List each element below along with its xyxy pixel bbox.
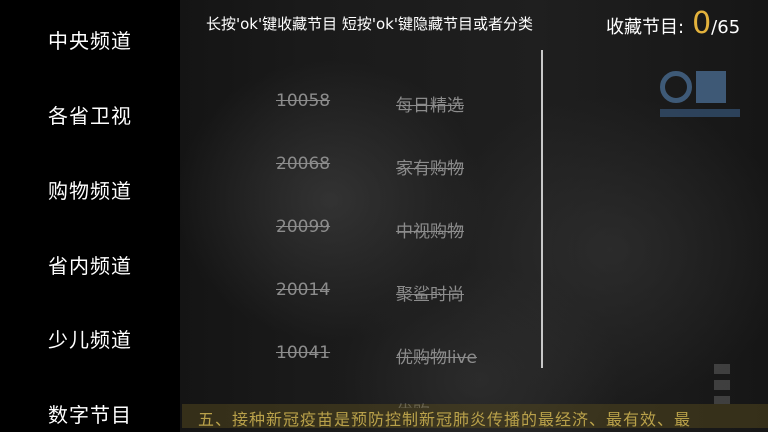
channel-name: 每日精选 — [396, 96, 464, 116]
category-sidebar: 中央频道 各省卫视 购物频道 省内频道 少儿频道 数字节目 — [0, 0, 180, 432]
channel-number: 20099 — [276, 217, 331, 237]
favorites-counter: 收藏节目: 0 /65 — [606, 6, 740, 41]
category-item-digital[interactable]: 数字节目 — [0, 399, 180, 428]
usage-hint: 长按'ok'键收藏节目 短按'ok'键隐藏节目或者分类 — [206, 15, 533, 33]
channel-number: 10058 — [276, 91, 331, 111]
favorites-label: 收藏节目: — [606, 17, 685, 38]
channel-row[interactable]: 20014 聚鲨时尚 — [276, 280, 536, 305]
watermark-icon — [714, 364, 730, 404]
channel-number: 10041 — [276, 343, 331, 363]
station-logo-icon — [656, 67, 744, 123]
channel-name: 中视购物 — [396, 222, 464, 242]
channel-row[interactable]: 10058 每日精选 — [276, 91, 536, 116]
category-item-shopping[interactable]: 购物频道 — [0, 175, 180, 204]
channel-row[interactable]: 10041 优购物live — [276, 343, 536, 368]
ticker-text: 五、接种新冠疫苗是预防控制新冠肺炎传播的最经济、最有效、最 — [198, 410, 692, 428]
channel-number: 20068 — [276, 154, 331, 174]
channel-row[interactable]: 20099 中视购物 — [276, 217, 536, 242]
channel-name: 家有购物 — [396, 159, 464, 179]
channel-number: 20014 — [276, 280, 331, 300]
category-item-cctv[interactable]: 中央频道 — [0, 25, 180, 54]
news-ticker: 五、接种新冠疫苗是预防控制新冠肺炎传播的最经济、最有效、最 — [182, 404, 768, 428]
category-item-kids[interactable]: 少儿频道 — [0, 324, 180, 353]
category-item-satellite[interactable]: 各省卫视 — [0, 100, 180, 129]
list-divider — [541, 50, 543, 368]
channel-name: 聚鲨时尚 — [396, 285, 464, 305]
category-item-provincial[interactable]: 省内频道 — [0, 250, 180, 279]
favorites-total: /65 — [711, 17, 741, 38]
favorites-count: 0 — [692, 6, 712, 41]
channel-name: 优购物live — [396, 348, 477, 368]
channel-row[interactable]: 20068 家有购物 — [276, 154, 536, 179]
